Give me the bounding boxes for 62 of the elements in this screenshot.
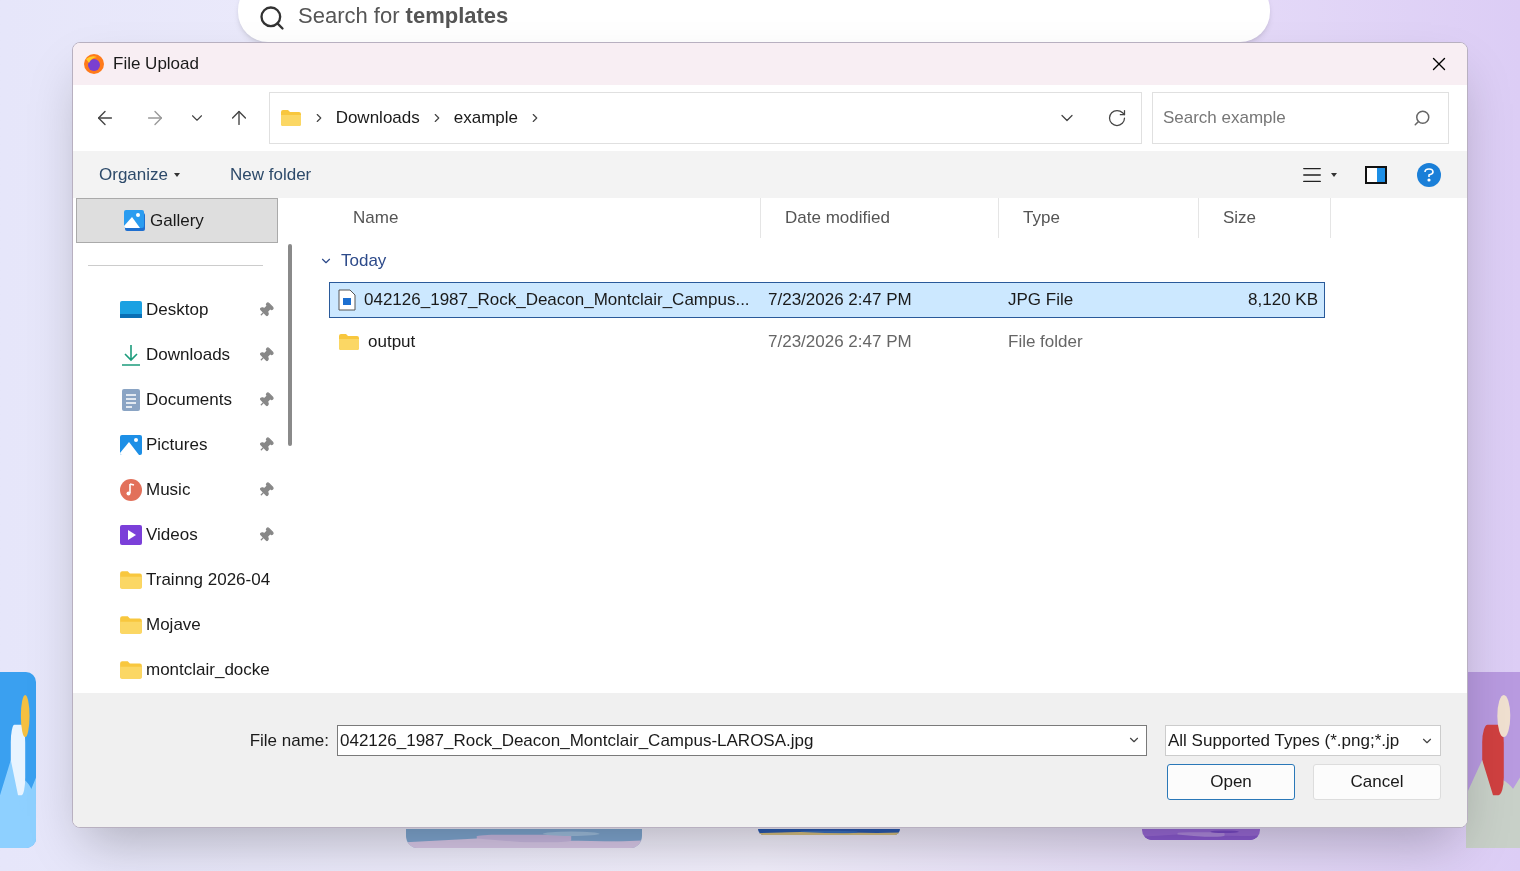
- document-icon: [119, 387, 143, 412]
- folder-icon: [119, 614, 143, 635]
- column-header[interactable]: Type: [999, 198, 1199, 238]
- file-name-label: File name:: [249, 729, 329, 752]
- search-field[interactable]: Search for templates: [238, 0, 1270, 42]
- sidebar-item[interactable]: Trainng 2026-04: [73, 557, 278, 602]
- picture-icon: [119, 432, 143, 457]
- sidebar-item[interactable]: Mojave: [73, 602, 278, 647]
- gallery-icon: [123, 208, 147, 233]
- sidebar-item[interactable]: Gallery: [76, 198, 278, 243]
- dialog-button[interactable]: Cancel: [1313, 764, 1441, 800]
- date-modified: 7/23/2026 2:47 PM: [767, 331, 913, 354]
- file-type: JPG File: [1007, 289, 1075, 312]
- file-name-field[interactable]: 042126_1987_Rock_Deacon_Montclair_Campus-LAROSA.jpg: [337, 725, 1147, 756]
- preview-pane-icon: [1365, 165, 1387, 184]
- download-icon: [119, 342, 143, 367]
- file-row[interactable]: 042126_1987_Rock_Deacon_Montclair_Campus... 7/23/2026 2:47 PM JPG File 8,120 KB: [329, 282, 1325, 318]
- column-header[interactable]: Date modified: [761, 198, 999, 238]
- column-header[interactable]: Name: [329, 198, 761, 238]
- file-name: output: [368, 331, 416, 354]
- new-folder-button[interactable]: New folder: [230, 161, 312, 188]
- group-label: Today: [341, 250, 387, 273]
- group-header[interactable]: Today: [303, 246, 1467, 276]
- address-bar[interactable]: Downloads example: [268, 92, 1142, 144]
- sidebar-item[interactable]: Music: [73, 467, 278, 512]
- folder-icon: [279, 109, 302, 127]
- column-header[interactable]: Size: [1199, 198, 1331, 238]
- sidebar-item[interactable]: Downloads: [73, 332, 278, 377]
- organize-button[interactable]: Organize: [99, 161, 180, 188]
- caret-icon: [174, 172, 180, 177]
- help-icon: [1423, 167, 1435, 182]
- help-button[interactable]: [1417, 162, 1441, 187]
- refresh-icon[interactable]: [1106, 108, 1127, 128]
- file-type: File folder: [1007, 331, 1084, 354]
- scrollbar[interactable]: [288, 244, 292, 446]
- breadcrumb-item[interactable]: example: [453, 105, 518, 131]
- date-modified: 7/23/2026 2:47 PM: [767, 289, 913, 312]
- search-hint: Search for templates: [298, 2, 509, 30]
- breadcrumb-item[interactable]: Downloads: [335, 105, 420, 131]
- video-icon: [119, 522, 143, 547]
- sidebar-item[interactable]: Videos: [73, 512, 278, 557]
- sidebar-item[interactable]: Documents: [73, 377, 278, 422]
- file-name: 042126_1987_Rock_Deacon_Montclair_Campus...: [364, 289, 750, 312]
- search-field[interactable]: Search example: [1151, 92, 1449, 144]
- sidebar-item[interactable]: Pictures: [73, 422, 278, 467]
- search-icon: [258, 4, 286, 32]
- image-file-icon: [338, 289, 356, 311]
- file-size: 8,120 KB: [1247, 289, 1319, 312]
- search-icon: [1412, 109, 1431, 127]
- sidebar-item[interactable]: montclair_docke: [73, 647, 278, 692]
- music-icon: [119, 477, 143, 502]
- folder-icon: [119, 569, 143, 590]
- dialog-button[interactable]: Open: [1167, 764, 1295, 800]
- folder-icon: [119, 659, 143, 680]
- preview-pane-button[interactable]: [1365, 165, 1387, 184]
- browser-icon: [83, 53, 105, 75]
- file-row[interactable]: output 7/23/2026 2:47 PM File folder: [329, 324, 1325, 360]
- sidebar-item[interactable]: Desktop: [73, 287, 278, 332]
- folder-icon: [338, 333, 360, 351]
- window-title: File Upload: [113, 53, 199, 76]
- caret-icon: [1331, 172, 1337, 177]
- file-type-dropdown[interactable]: All Supported Types (*.png;*.jp: [1165, 725, 1441, 756]
